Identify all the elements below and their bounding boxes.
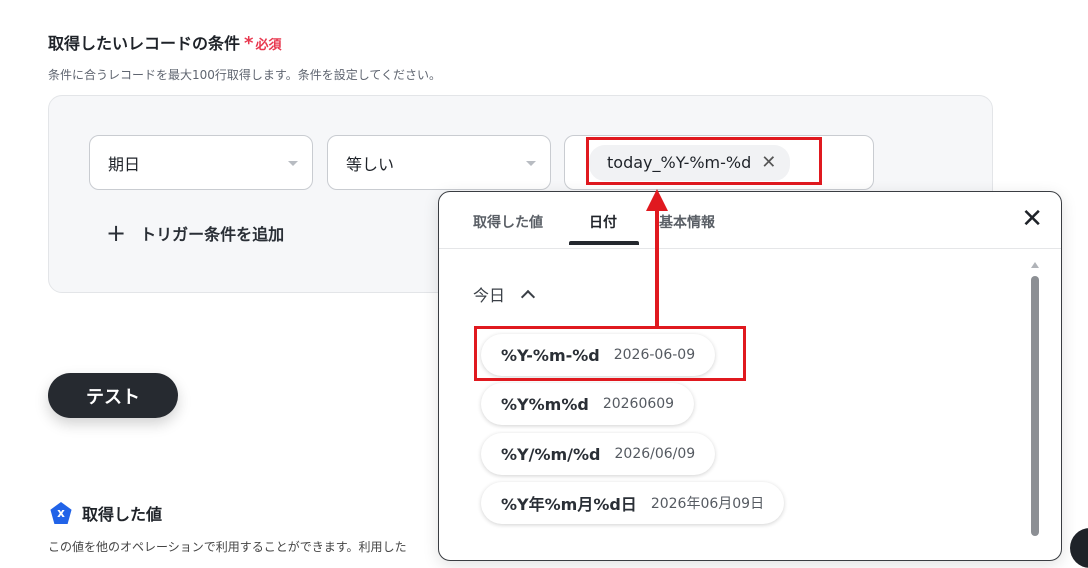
chevron-down-icon [288,161,298,166]
corner-floating-button[interactable] [1070,528,1088,568]
add-trigger-label: トリガー条件を追加 [140,225,285,244]
annotation-arrow-head [646,189,668,211]
format-code: %Y/%m/%d [501,444,601,464]
section-description: 条件に合うレコードを最大100行取得します。条件を設定してください。 [48,68,441,82]
chevron-up-icon [520,289,536,305]
required-mark: * [244,33,254,54]
acquired-values-title: 取得した値 [82,505,163,524]
highlight-box-format [474,326,746,381]
section-title-text: 取得したいレコードの条件 [48,34,241,53]
chevron-down-icon [526,161,536,166]
field-select-value: 期日 [108,154,141,174]
pentagon-x-icon: x [50,502,72,524]
section-title: 取得したいレコードの条件 * 必須 [48,30,281,54]
scrollbar-thumb[interactable] [1031,276,1039,536]
field-select[interactable]: 期日 [89,135,313,190]
tab-acquired-values[interactable]: 取得した値 [473,212,543,232]
plus-icon: + [106,219,127,247]
scroll-up-icon[interactable] [1031,262,1039,268]
acquired-values-header: x 取得した値 [50,501,162,525]
acquired-values-description: この値を他のオペレーションで利用することができます。利用した [48,540,407,554]
group-today-label: 今日 [473,286,506,305]
format-sample: 2026年06月09日 [650,496,765,512]
annotation-arrow-line [655,210,659,328]
format-code: %Y%m%d [501,394,589,414]
test-button[interactable]: テスト [48,373,178,418]
popup-tabs: 取得した値 日付 基本情報 ✕ [439,192,1061,249]
format-option[interactable]: %Y年%m月%d日 2026年06月09日 [481,482,785,524]
format-code: %Y年%m月%d日 [501,495,637,514]
active-tab-indicator [569,241,639,245]
format-sample: 2026/06/09 [614,446,696,462]
highlight-box-value [586,137,822,185]
tab-date[interactable]: 日付 [589,212,617,232]
operator-select[interactable]: 等しい [327,135,551,190]
operator-select-value: 等しい [346,154,395,174]
format-option[interactable]: %Y/%m/%d 2026/06/09 [481,433,716,475]
group-today-header[interactable]: 今日 [473,282,536,306]
close-icon[interactable]: ✕ [1021,206,1043,232]
add-trigger-condition-button[interactable]: + トリガー条件を追加 [106,219,284,247]
format-option[interactable]: %Y%m%d 20260609 [481,383,695,425]
required-badge: 必須 [255,38,282,53]
tab-basic-info[interactable]: 基本情報 [659,212,715,232]
format-sample: 20260609 [602,396,675,412]
